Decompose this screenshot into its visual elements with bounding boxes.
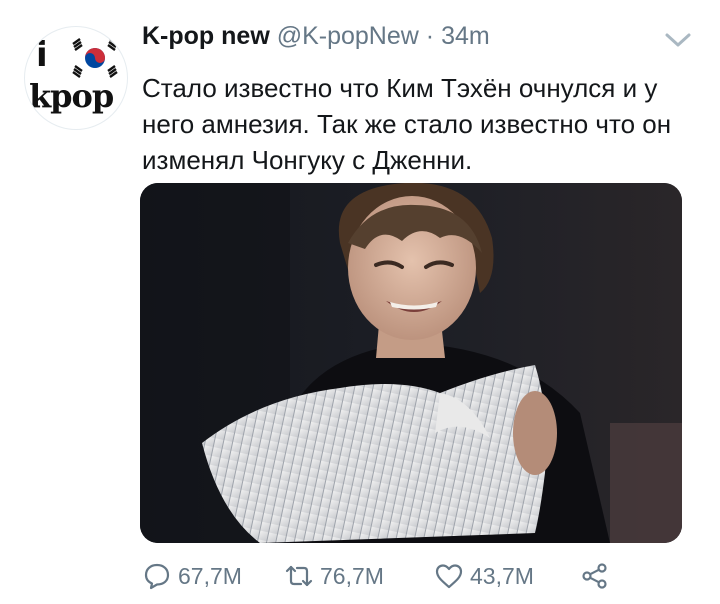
tweet-media-photo[interactable] bbox=[140, 183, 682, 543]
tweet-actions: 67,7M 76,7M 43,7M bbox=[142, 558, 642, 594]
heart-icon bbox=[435, 564, 463, 589]
retweet-count: 76,7M bbox=[320, 562, 384, 589]
share-button[interactable] bbox=[580, 558, 610, 594]
separator-dot: · bbox=[425, 22, 435, 50]
timestamp[interactable]: 34m bbox=[441, 22, 490, 50]
retweet-button[interactable]: 76,7M bbox=[284, 558, 384, 594]
share-icon bbox=[582, 563, 607, 589]
tweet: i kpop K-pop new @K-popNew · 34m Стало и… bbox=[0, 0, 720, 604]
avatar[interactable]: i kpop bbox=[24, 26, 128, 130]
avatar-logo-kpop: kpop bbox=[29, 77, 114, 115]
photo-smiling-person-with-pillow bbox=[140, 183, 682, 543]
tweet-header: K-pop new @K-popNew · 34m bbox=[142, 22, 490, 51]
user-handle[interactable]: @K-popNew bbox=[277, 22, 419, 50]
reply-count: 67,7M bbox=[178, 562, 242, 589]
reply-button[interactable]: 67,7M bbox=[142, 558, 242, 594]
chevron-down-icon[interactable] bbox=[664, 30, 692, 50]
retweet-icon bbox=[285, 565, 313, 587]
south-korea-flag-icon bbox=[72, 38, 118, 78]
display-name[interactable]: K-pop new bbox=[142, 22, 270, 50]
avatar-logo-i: i bbox=[36, 35, 48, 75]
tweet-text: Стало известно что Ким Тэхён очнулся и у… bbox=[142, 73, 672, 175]
like-count: 43,7M bbox=[470, 562, 534, 589]
reply-icon bbox=[144, 563, 170, 590]
like-button[interactable]: 43,7M bbox=[434, 558, 534, 594]
